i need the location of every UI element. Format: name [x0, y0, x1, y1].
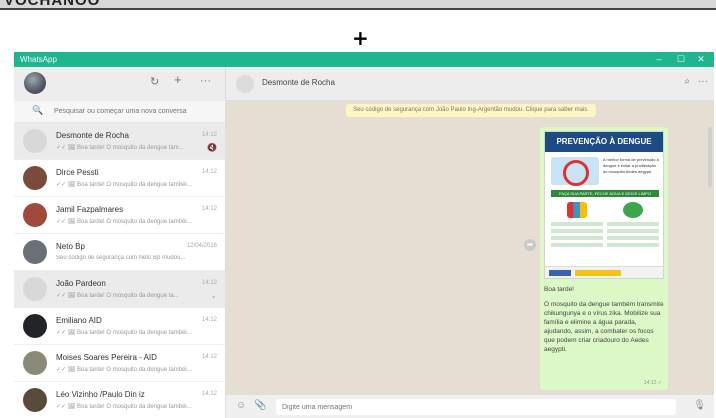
- chat-name: Dirce Pessti: [56, 168, 99, 177]
- chat-preview: Seu código de segurança com Neto Bp mudo…: [56, 255, 186, 261]
- chat-list-item[interactable]: Jamil Fazpalmares 14:12 ✓✓ 🖼 Boa tarde! O …: [14, 197, 225, 234]
- chat-list-item[interactable]: Dirce Pessti 14:12 ✓✓ 🖼 Boa tarde! O mosqu…: [14, 160, 225, 197]
- chat-time: 12/04/2016: [186, 243, 217, 249]
- window-title: WhatsApp: [20, 55, 57, 64]
- chat-badge-icon[interactable]: ⌄: [210, 291, 217, 300]
- contact-name[interactable]: Desmonte de Rocha: [262, 78, 335, 87]
- previous-slide-edge: VOCHANOO: [0, 0, 716, 10]
- chat-list-item[interactable]: Desmonte de Rocha 14:12 ✓✓ 🖼 Boa tarde! O …: [14, 123, 225, 160]
- search-icon[interactable]: 🔍: [32, 105, 43, 116]
- search-bar: 🔍: [14, 101, 225, 123]
- chat-preview: ✓✓ 🖼 Boa tarde! O mosquito da dengue tam…: [56, 145, 184, 151]
- chat-time: 14:12: [201, 132, 217, 138]
- message-text: Boa tarde! O mosquito da dengue também t…: [544, 285, 664, 354]
- left-header: ↻ + ···: [14, 67, 225, 101]
- chat-preview: ✓✓ 🖼 Boa tarde! O mosquito da dengue tam…: [56, 219, 192, 225]
- chat-list: Desmonte de Rocha 14:12 ✓✓ 🖼 Boa tarde! O …: [14, 123, 225, 418]
- conversation-header: Desmonte de Rocha ⌕ ···: [226, 67, 714, 101]
- message-composer: ☺ 📎 🎙: [226, 394, 714, 418]
- chat-time: 14:12: [201, 317, 217, 323]
- message-input[interactable]: [276, 399, 676, 415]
- chat-avatar: [23, 277, 47, 301]
- chat-time: 14:12: [201, 280, 217, 286]
- chat-time: 14:12: [201, 206, 217, 212]
- chat-list-item[interactable]: Neto Bp 12/04/2016 Seu código de segurança…: [14, 234, 225, 271]
- chat-preview: ✓✓ 🖼 Boa tarde! O mosquito da dengue tam…: [56, 404, 192, 410]
- new-chat-icon[interactable]: +: [174, 72, 182, 87]
- footer-logo: [549, 270, 571, 276]
- chat-avatar: [23, 240, 47, 264]
- attach-icon[interactable]: 📎: [254, 400, 266, 411]
- chat-preview: ✓✓ 🖼 Boa tarde! O mosquito da dengue tam…: [56, 330, 192, 336]
- chat-list-item[interactable]: Emiliano AID 14:12 ✓✓ 🖼 Boa tarde! O mosqu…: [14, 308, 225, 345]
- plus-sign: +: [352, 26, 369, 50]
- footer-stripe: [575, 270, 621, 276]
- chat-list-item[interactable]: Léo Vizinho /Paulo Din iz 14:12 ✓✓ 🖼 Boa t…: [14, 382, 225, 418]
- search-messages-icon[interactable]: ⌕: [684, 76, 690, 87]
- poster-intro: A melhor forma de prevenção à dengue é e…: [603, 157, 659, 174]
- chat-badge-icon[interactable]: 🔇: [207, 143, 217, 152]
- chat-avatar: [23, 166, 47, 190]
- title-bar: WhatsApp – ☐ ✕: [14, 52, 714, 67]
- message-time: 14:12 ✓: [643, 380, 662, 386]
- slide-edge-text: VOCHANOO: [4, 0, 101, 9]
- chat-name: Léo Vizinho /Paulo Din iz: [56, 390, 145, 399]
- close-button[interactable]: ✕: [692, 52, 710, 67]
- scrollbar[interactable]: [708, 127, 712, 187]
- chat-time: 14:12: [201, 169, 217, 175]
- trash-bins-icon: [567, 202, 587, 218]
- recycle-icon: [623, 202, 643, 218]
- chat-name: Neto Bp: [56, 242, 85, 251]
- chat-list-panel: ↻ + ··· 🔍 Desmonte de Rocha 14:12 ✓✓ 🖼 Boa…: [14, 67, 226, 418]
- chat-preview: ✓✓ 🖼 Boa tarde! O mosquito da dengue tam…: [56, 367, 192, 373]
- chat-name: Emiliano AID: [56, 316, 102, 325]
- chat-name: Jamil Fazpalmares: [56, 205, 124, 214]
- my-avatar[interactable]: [24, 72, 46, 94]
- mic-icon[interactable]: 🎙: [693, 400, 706, 411]
- message-line: O mosquito da dengue também transmite ch…: [544, 301, 664, 353]
- chat-preview: ✓✓ 🖼 Boa tarde! O mosquito da dengue tam…: [56, 182, 192, 188]
- chat-time: 14:12: [201, 354, 217, 360]
- search-input[interactable]: [54, 104, 214, 118]
- message-line: Boa tarde!: [544, 286, 574, 293]
- poster-banner: FAÇA SUA PARTE, FECHE ÁGUA E DEIXE LIMPO: [551, 190, 659, 197]
- chat-avatar: [23, 203, 47, 227]
- poster-footer: [545, 266, 663, 278]
- chat-avatar: [23, 388, 47, 412]
- chat-preview: ✓✓ 🖼 Boa tarde! O mosquito da dengue ta.…: [56, 293, 179, 299]
- chat-name: João Pardeon: [56, 279, 106, 288]
- conversation-panel: Desmonte de Rocha ⌕ ··· Seu código de se…: [226, 67, 714, 418]
- chat-avatar: [23, 314, 47, 338]
- dengue-poster-image[interactable]: PREVENÇÃO À DENGUE A melhor forma de pre…: [544, 131, 664, 279]
- status-refresh-icon[interactable]: ↻: [150, 75, 159, 88]
- message-bubble[interactable]: PREVENÇÃO À DENGUE A melhor forma de pre…: [540, 127, 668, 390]
- minimize-button[interactable]: –: [650, 52, 668, 67]
- security-code-notice[interactable]: Seu código de segurança com João Paulo I…: [346, 104, 596, 117]
- poster-column-left: [551, 202, 603, 254]
- contact-avatar[interactable]: [236, 75, 254, 93]
- emoji-icon[interactable]: ☺: [236, 400, 246, 411]
- chat-list-item[interactable]: Moises Soares Pereira - AID 14:12 ✓✓ 🖼 Boa…: [14, 345, 225, 382]
- poster-title: PREVENÇÃO À DENGUE: [545, 132, 663, 152]
- conversation-menu-icon[interactable]: ···: [698, 76, 708, 87]
- chat-list-item[interactable]: João Pardeon 14:12 ✓✓ 🖼 Boa tarde! O mosqu…: [14, 271, 225, 308]
- forward-icon[interactable]: ➦: [524, 239, 536, 251]
- chat-avatar: [23, 129, 47, 153]
- chat-time: 14:12: [201, 391, 217, 397]
- chat-name: Moises Soares Pereira - AID: [56, 353, 157, 362]
- mosquito-icon: [551, 157, 599, 186]
- poster-column-right: [607, 202, 659, 254]
- chat-name: Desmonte de Rocha: [56, 131, 129, 140]
- menu-icon[interactable]: ···: [200, 75, 211, 87]
- chat-avatar: [23, 351, 47, 375]
- maximize-button[interactable]: ☐: [672, 52, 690, 67]
- whatsapp-window: WhatsApp – ☐ ✕ ↻ + ··· 🔍 Desmonte de Roc…: [14, 52, 714, 418]
